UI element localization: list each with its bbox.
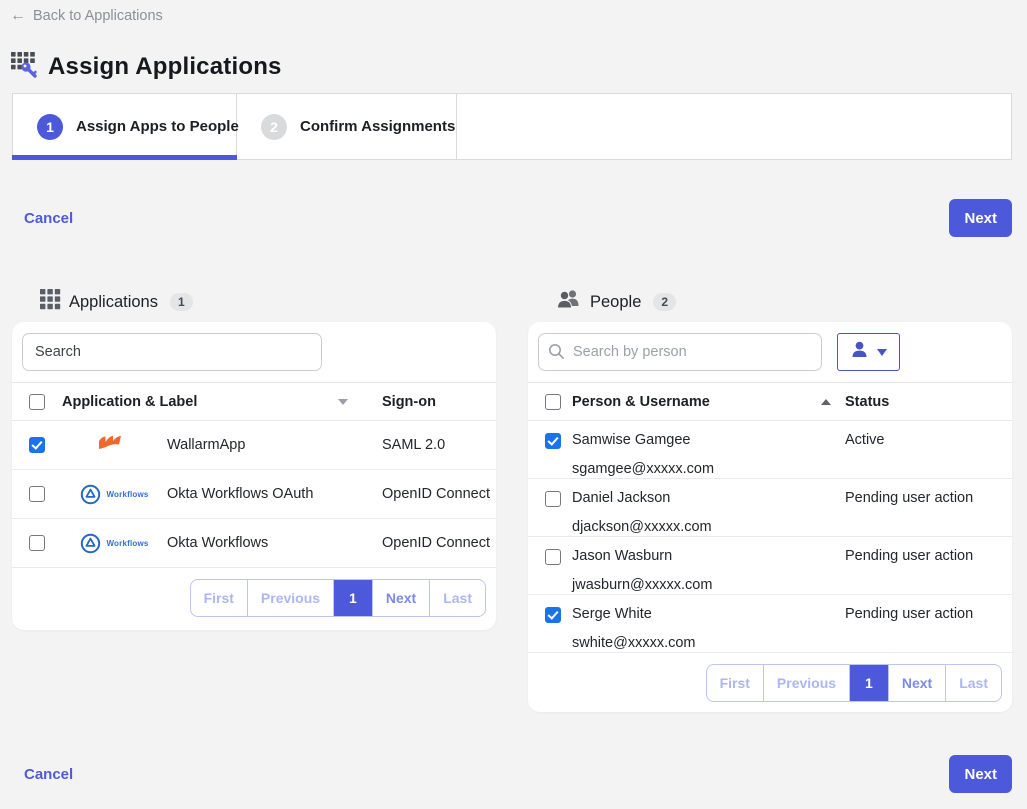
page-next-button[interactable]: Next: [372, 580, 429, 616]
page-previous-button[interactable]: Previous: [763, 665, 849, 701]
tab-label: Assign Apps to People: [76, 118, 239, 135]
workflows-logo-text: Workflows: [106, 539, 148, 548]
application-row: Workflows Okta Workflows OpenID Connect: [12, 519, 496, 568]
applications-pagination-row: First Previous 1 Next Last: [12, 568, 496, 617]
person-status: Pending user action: [845, 605, 1012, 624]
next-button-bottom[interactable]: Next: [949, 755, 1012, 793]
page-next-button[interactable]: Next: [888, 665, 945, 701]
people-search-input[interactable]: [538, 333, 822, 371]
app-sign-on: SAML 2.0: [362, 437, 496, 453]
app-name: Okta Workflows: [167, 535, 362, 551]
person-row-checkbox[interactable]: [545, 607, 561, 623]
people-icon: [556, 289, 582, 315]
page-title: Assign Applications: [48, 53, 282, 81]
column-header-status: Status: [845, 394, 1012, 410]
applications-count-badge: 1: [170, 293, 193, 311]
person-name: Samwise Gamgee: [572, 431, 845, 450]
step-2-number: 2: [261, 114, 287, 140]
tab-confirm-assignments[interactable]: 2 Confirm Assignments: [237, 94, 457, 159]
applications-section-title: Applications: [69, 293, 158, 312]
cancel-link-top[interactable]: Cancel: [24, 210, 73, 227]
chevron-down-icon: [877, 349, 887, 356]
app-name: Okta Workflows OAuth: [167, 486, 362, 502]
person-row-checkbox[interactable]: [545, 549, 561, 565]
app-sign-on: OpenID Connect: [362, 535, 496, 551]
page-current[interactable]: 1: [849, 665, 888, 701]
person-row: Jason Wasburn jwasburn@xxxxx.com Pending…: [528, 537, 1012, 595]
okta-workflows-logo-icon: Workflows: [80, 533, 148, 554]
people-pagination-row: First Previous 1 Next Last: [528, 653, 1012, 702]
assign-apps-grid-key-icon: [10, 50, 38, 83]
application-row-checkbox[interactable]: [29, 486, 45, 502]
application-row: Workflows Okta Workflows OAuth OpenID Co…: [12, 470, 496, 519]
back-arrow-icon: ←: [10, 8, 26, 24]
page-last-button[interactable]: Last: [429, 580, 485, 616]
applications-search-input[interactable]: [22, 333, 322, 371]
person-row-checkbox[interactable]: [545, 433, 561, 449]
search-icon: [548, 343, 565, 365]
applications-section-header: Applications 1: [40, 289, 193, 315]
application-row-checkbox[interactable]: [29, 535, 45, 551]
person-row: Daniel Jackson djackson@xxxxx.com Pendin…: [528, 479, 1012, 537]
next-button-top[interactable]: Next: [949, 199, 1012, 237]
column-header-sign-on: Sign-on: [362, 394, 496, 410]
back-link[interactable]: ← Back to Applications: [10, 8, 163, 24]
person-row: Serge White swhite@xxxxx.com Pending use…: [528, 595, 1012, 653]
person-row: Samwise Gamgee sgamgee@xxxxx.com Active: [528, 421, 1012, 479]
sort-caret-up-icon[interactable]: [821, 399, 831, 405]
applications-card: Application & Label Sign-on WallarmApp S…: [12, 322, 496, 630]
person-name: Daniel Jackson: [572, 489, 845, 508]
person-status: Pending user action: [845, 489, 1012, 508]
page-previous-button[interactable]: Previous: [247, 580, 333, 616]
column-header-application-label: Application & Label: [62, 394, 197, 410]
person-name: Jason Wasburn: [572, 547, 845, 566]
applications-table-header: Application & Label Sign-on: [12, 382, 496, 421]
people-count-badge: 2: [653, 293, 676, 311]
person-icon: [851, 341, 868, 363]
person-username: jwasburn@xxxxx.com: [572, 576, 845, 595]
people-search-row: [528, 322, 1012, 382]
person-status: Active: [845, 431, 1012, 450]
page-last-button[interactable]: Last: [945, 665, 1001, 701]
wallarm-logo-icon: [97, 433, 133, 457]
page-title-row: Assign Applications: [10, 50, 282, 83]
person-status: Pending user action: [845, 547, 1012, 566]
people-table-header: Person & Username Status: [528, 382, 1012, 421]
app-name: WallarmApp: [167, 437, 362, 453]
people-section-header: People 2: [556, 289, 676, 315]
column-header-person-username: Person & Username: [572, 394, 710, 410]
step-1-number: 1: [37, 114, 63, 140]
tab-assign-apps-to-people[interactable]: 1 Assign Apps to People: [13, 94, 237, 159]
applications-grid-icon: [40, 289, 61, 315]
applications-pagination: First Previous 1 Next Last: [190, 579, 486, 617]
wizard-tabstrip: 1 Assign Apps to People 2 Confirm Assign…: [12, 93, 1012, 160]
people-pagination: First Previous 1 Next Last: [706, 664, 1002, 702]
okta-workflows-logo-icon: Workflows: [80, 484, 148, 505]
application-row: WallarmApp SAML 2.0: [12, 421, 496, 470]
person-name: Serge White: [572, 605, 845, 624]
people-card: Person & Username Status Samwise Gamgee …: [528, 322, 1012, 712]
person-username: swhite@xxxxx.com: [572, 634, 845, 653]
application-row-checkbox[interactable]: [29, 437, 45, 453]
applications-select-all-checkbox[interactable]: [29, 394, 45, 410]
page-first-button[interactable]: First: [707, 665, 763, 701]
sort-caret-down-icon[interactable]: [338, 399, 348, 405]
back-link-label: Back to Applications: [33, 8, 163, 24]
person-username: djackson@xxxxx.com: [572, 518, 845, 537]
applications-search-row: [12, 322, 496, 382]
workflows-logo-text: Workflows: [106, 490, 148, 499]
person-username: sgamgee@xxxxx.com: [572, 460, 845, 479]
app-sign-on: OpenID Connect: [362, 486, 496, 502]
person-row-checkbox[interactable]: [545, 491, 561, 507]
cancel-link-bottom[interactable]: Cancel: [24, 766, 73, 783]
people-section-title: People: [590, 293, 641, 312]
people-select-all-checkbox[interactable]: [545, 394, 561, 410]
tab-label: Confirm Assignments: [300, 118, 455, 135]
person-filter-dropdown[interactable]: [837, 333, 900, 371]
page-current[interactable]: 1: [333, 580, 372, 616]
page-first-button[interactable]: First: [191, 580, 247, 616]
